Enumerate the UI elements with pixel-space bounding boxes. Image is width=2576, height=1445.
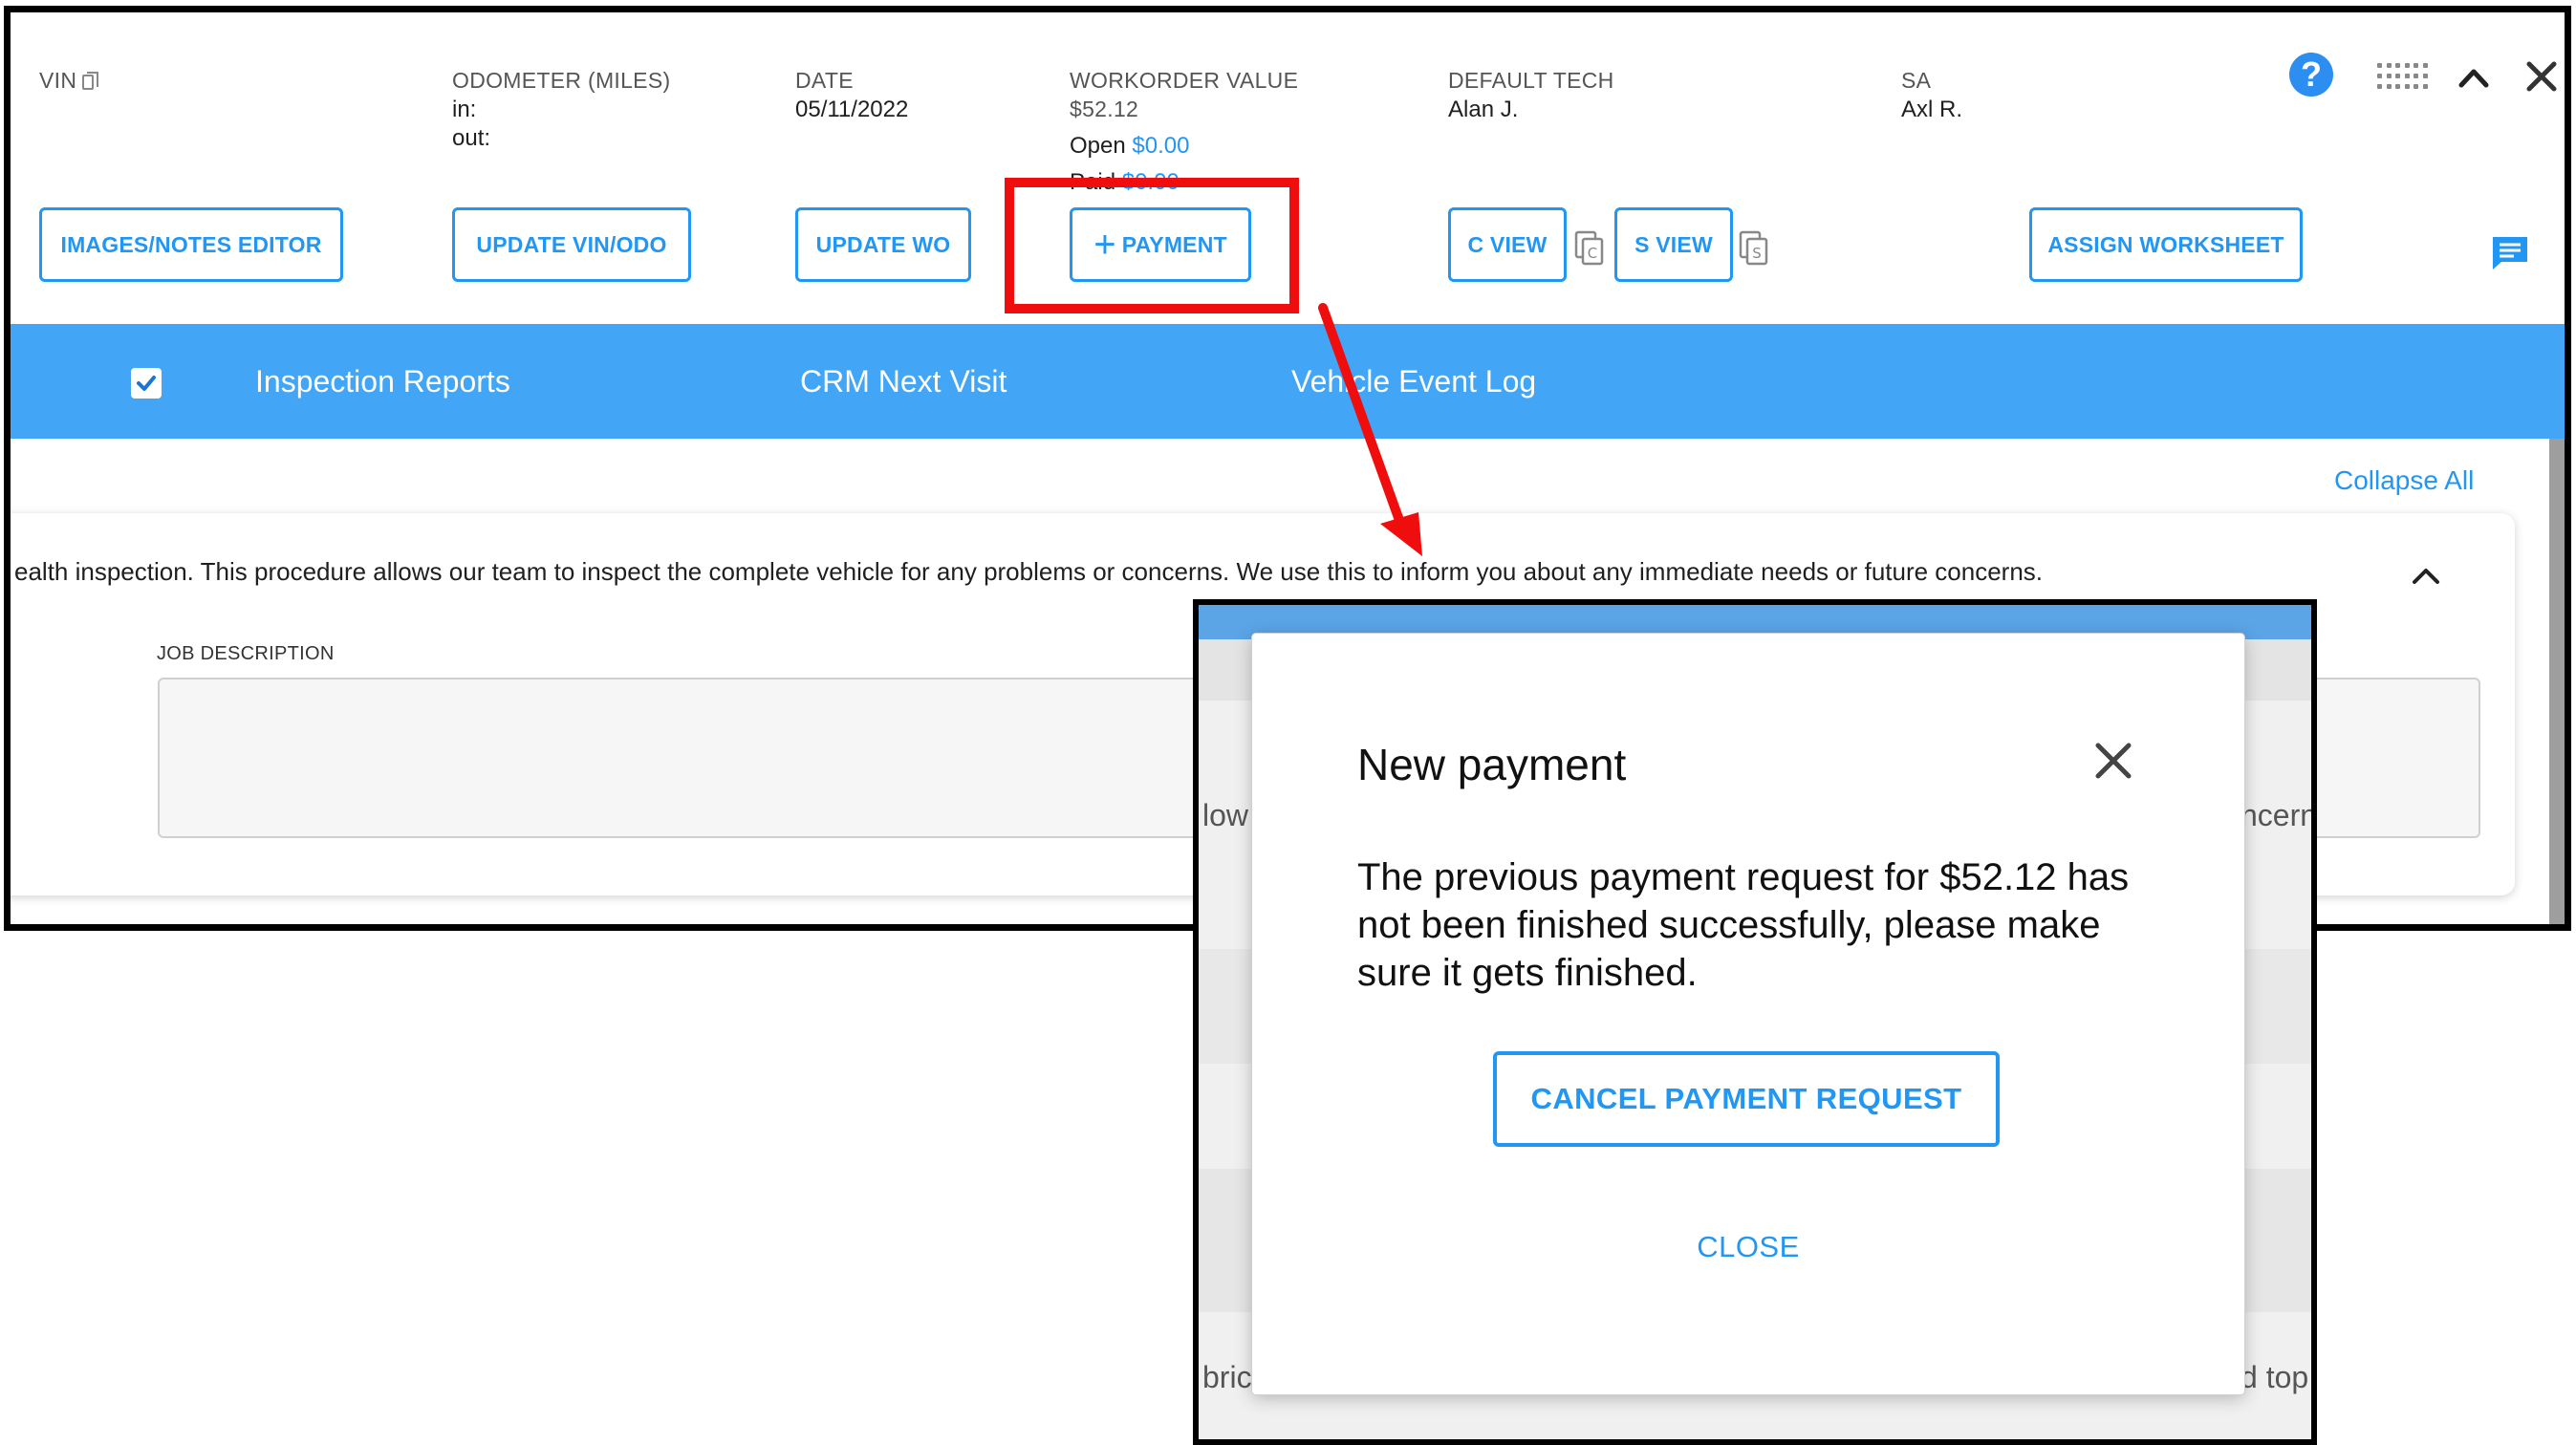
tab-vehicle-event-log[interactable]: Vehicle Event Log <box>1291 364 1536 399</box>
workorder-value-label: WORKORDER VALUE <box>1070 68 1299 93</box>
chevron-up-icon[interactable] <box>2410 561 2442 590</box>
chevron-up-icon[interactable] <box>2457 62 2490 95</box>
close-button[interactable]: CLOSE <box>1252 1230 2244 1264</box>
update-vin-odo-button[interactable]: UPDATE VIN/ODO <box>452 207 691 282</box>
vin-label: VIN <box>39 68 99 94</box>
tab-inspection-reports[interactable]: Inspection Reports <box>255 364 510 399</box>
checkmark-icon <box>137 376 156 391</box>
s-view-button[interactable]: S VIEW <box>1614 207 1733 282</box>
copy-s-view-icon[interactable]: S <box>1739 230 1769 267</box>
tab-crm-next-visit[interactable]: CRM Next Visit <box>800 364 1007 399</box>
sa-value: Axl R. <box>1901 97 1963 122</box>
images-notes-editor-button[interactable]: IMAGES/NOTES EDITOR <box>39 207 343 282</box>
c-view-button[interactable]: C VIEW <box>1448 207 1567 282</box>
workorder-value: $52.12 <box>1070 97 1139 121</box>
inspection-description: ealth inspection. This procedure allows … <box>14 557 2044 586</box>
annotation-highlight-box <box>1005 178 1299 313</box>
apps-grid-icon[interactable] <box>2377 63 2429 92</box>
dialog-title: New payment <box>1357 740 1627 789</box>
copy-vin-icon[interactable] <box>82 72 99 90</box>
cancel-payment-request-button[interactable]: CANCEL PAYMENT REQUEST <box>1493 1051 2000 1147</box>
date-label: DATE <box>795 68 854 93</box>
tab-checkbox[interactable] <box>131 368 162 399</box>
background-text-fragment: ncern <box>2240 798 2317 832</box>
modal-screenshot: low ncern bric d top New payment The pre… <box>1193 599 2317 1445</box>
scrollbar[interactable] <box>2549 439 2565 924</box>
assign-worksheet-button[interactable]: ASSIGN WORKSHEET <box>2029 207 2303 282</box>
background-text-fragment: bric <box>1202 1360 1252 1394</box>
job-description-label: JOB DESCRIPTION <box>157 643 335 664</box>
sa-label: SA <box>1901 68 1932 93</box>
odometer-in: in: <box>452 97 477 122</box>
svg-text:C: C <box>1588 245 1597 262</box>
close-icon[interactable] <box>2093 741 2133 781</box>
update-wo-button[interactable]: UPDATE WO <box>795 207 971 282</box>
dialog-message: The previous payment request for $52.12 … <box>1357 856 2130 994</box>
default-tech-label: DEFAULT TECH <box>1448 68 1614 93</box>
chat-icon[interactable] <box>2490 234 2530 272</box>
default-tech-value: Alan J. <box>1448 97 1519 122</box>
background-text-fragment: low <box>1202 798 1249 832</box>
help-icon[interactable]: ? <box>2289 53 2333 97</box>
tab-bar: Inspection Reports CRM Next Visit Vehicl… <box>11 324 2565 439</box>
date-value: 05/11/2022 <box>795 97 909 122</box>
odometer-label: ODOMETER (MILES) <box>452 68 671 93</box>
collapse-all-link[interactable]: Collapse All <box>2334 465 2474 496</box>
close-icon[interactable] <box>2523 58 2560 95</box>
odometer-out: out: <box>452 125 491 151</box>
svg-text:S: S <box>1752 245 1762 262</box>
background-text-fragment: d top <box>2240 1360 2309 1394</box>
copy-c-view-icon[interactable]: C <box>1574 230 1605 267</box>
open-amount: Open $0.00 <box>1070 133 1190 159</box>
new-payment-dialog: New payment The previous payment request… <box>1252 634 2244 1394</box>
